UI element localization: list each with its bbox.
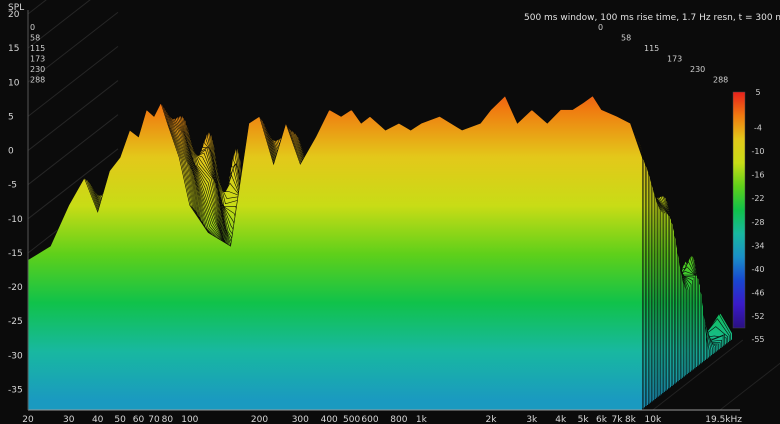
y-tick-label: -25 (8, 317, 23, 327)
colorbar-labels: 5 -4 -10 -16 -22 -28 -34 -40 -46 -52 -55 (751, 88, 764, 344)
waterfall-slice (27, 95, 643, 411)
y-tick-label: -35 (8, 386, 23, 396)
colorbar-gradient (732, 91, 746, 329)
colorbar-label: -22 (751, 194, 764, 203)
time-label-right: 58 (621, 34, 631, 43)
time-label-left: 288 (30, 76, 45, 85)
x-tick-label: 2k (486, 415, 498, 424)
colorbar-label: -52 (751, 312, 764, 321)
y-axis-label: SPL (8, 3, 24, 13)
colorbar-label: -28 (751, 218, 764, 227)
y-tick-label: 15 (8, 44, 19, 54)
y-tick-label: -30 (8, 351, 23, 361)
waterfall-slices (27, 95, 733, 411)
x-tick-label: 4k (555, 415, 567, 424)
y-tick-label: -10 (8, 215, 23, 225)
x-tick-label: 40 (92, 415, 104, 424)
time-label-right: 0 (598, 23, 603, 32)
x-tick-label: 300 (292, 415, 309, 424)
y-tick-label: -15 (8, 249, 23, 259)
time-label-left: 173 (30, 55, 45, 64)
chart-title: 500 ms window, 100 ms rise time, 1.7 Hz … (524, 13, 780, 23)
x-tick-label: 80 (162, 415, 174, 424)
x-tick-label: 1k (416, 415, 428, 424)
x-tick-label: 5k (578, 415, 590, 424)
time-axis-labels: 0 058 58115 115173 173230 230288 288 (30, 23, 728, 85)
x-tick-label: 8k (625, 415, 637, 424)
colorbar-label: -10 (751, 147, 764, 156)
colorbar-label: -55 (751, 335, 764, 344)
y-tick-labels: 20151050-5-10-15-20-25-30-35 (8, 10, 23, 396)
time-label-right: 173 (667, 55, 682, 64)
time-label-left: 58 (30, 34, 40, 43)
x-tick-label: 800 (390, 415, 407, 424)
y-tick-label: 5 (8, 112, 14, 122)
x-tick-label: 600 (361, 415, 378, 424)
x-tick-label: 7k (612, 415, 624, 424)
x-tick-label: 10k (645, 415, 662, 424)
x-tick-label: 400 (321, 415, 338, 424)
x-tick-label: 19.5kHz (705, 415, 742, 424)
time-label-left: 230 (30, 65, 45, 74)
y-tick-label: 10 (8, 78, 20, 88)
grid-line (27, 0, 91, 49)
y-tick-label: 0 (8, 147, 14, 157)
colorbar-label: -34 (751, 241, 764, 250)
waterfall-chart: 20151050-5-10-15-20-25-30-35 20 30 40 50 60 7… (8, 0, 780, 424)
x-tick-label: 100 (181, 415, 198, 424)
x-tick-label: 60 (133, 415, 145, 424)
x-tick-label: 200 (251, 415, 268, 424)
colorbar (732, 91, 746, 329)
colorbar-label: -46 (751, 289, 764, 298)
colorbar-label: -40 (751, 265, 764, 274)
x-tick-label: 70 (148, 415, 160, 424)
y-tick-label: -20 (8, 283, 23, 293)
x-tick-label: 50 (114, 415, 126, 424)
x-tick-label: 6k (596, 415, 608, 424)
time-label-right: 115 (644, 44, 659, 53)
x-tick-label: 3k (526, 415, 538, 424)
grid-line (27, 114, 119, 186)
colorbar-label: -16 (751, 171, 764, 180)
x-tick-label: 500 (343, 415, 360, 424)
grid-line (27, 0, 47, 15)
grid-line (27, 80, 119, 151)
time-label-right: 230 (690, 65, 705, 74)
x-tick-labels: 20 30 40 50 60 70 80 100 200 300 400 500 600 800 1k 2k 3… (22, 415, 742, 424)
y-tick-label: -5 (8, 181, 17, 191)
time-label-right: 288 (713, 76, 728, 85)
time-label-left: 115 (30, 44, 45, 53)
colorbar-label: -4 (754, 123, 762, 132)
x-tick-label: 20 (22, 415, 34, 424)
x-tick-label: 30 (63, 415, 75, 424)
time-label-left: 0 (30, 23, 35, 32)
colorbar-label: 5 (755, 88, 760, 97)
